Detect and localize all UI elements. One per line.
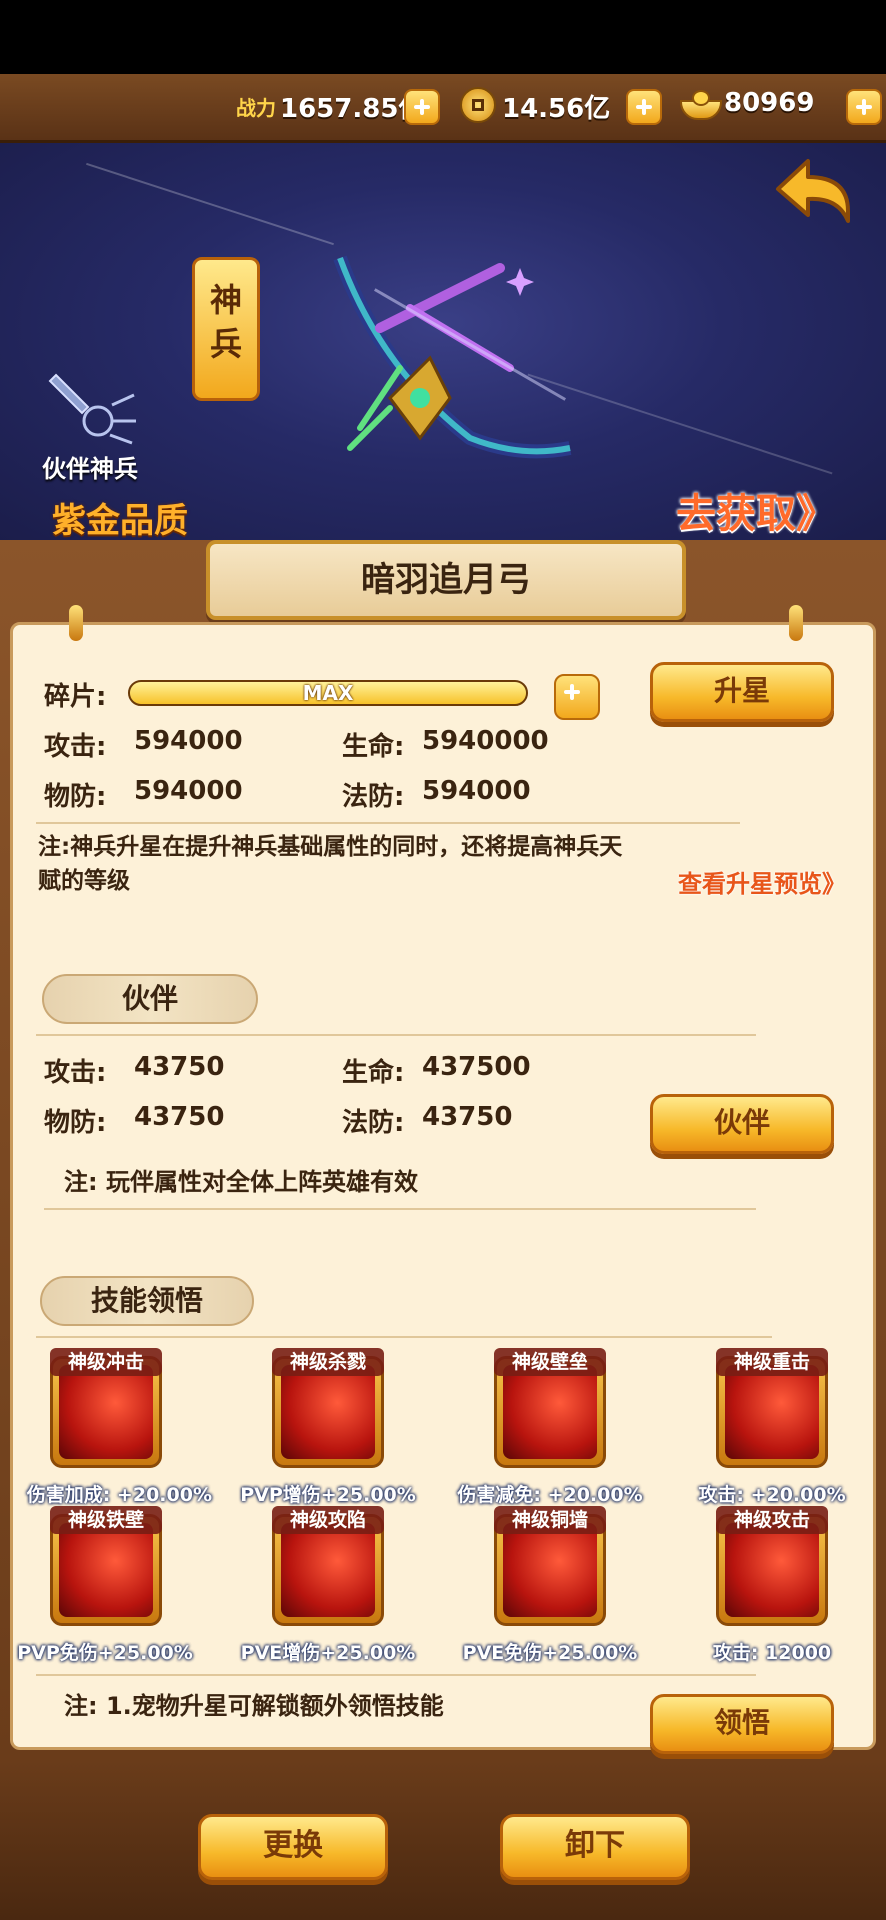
stat-hp-label: 生命: bbox=[342, 732, 405, 762]
skill-icon bbox=[503, 1365, 597, 1459]
coin-icon bbox=[460, 87, 496, 123]
divider bbox=[36, 1674, 756, 1676]
fragment-label: 碎片: bbox=[44, 682, 107, 712]
stat-attack-value: 594000 bbox=[134, 726, 243, 756]
partner-hp-value: 437500 bbox=[422, 1052, 531, 1082]
weapon-type-text: 神兵 bbox=[210, 281, 243, 363]
skill-value: PVP增伤+25.00% bbox=[240, 1484, 416, 1506]
skill-card[interactable]: 神级铜墙 bbox=[494, 1506, 606, 1642]
weapon-banner: 神兵 伙伴神兵 紫金品质 去获取》 bbox=[0, 143, 886, 543]
skill-icon bbox=[725, 1365, 819, 1459]
ingot-add-button[interactable] bbox=[846, 89, 882, 125]
quality-label: 紫金品质 bbox=[52, 501, 188, 541]
partner-pdef-value: 43750 bbox=[134, 1102, 225, 1132]
power-label: 战力 bbox=[236, 96, 276, 120]
skill-name: 神级杀戮 bbox=[272, 1348, 384, 1376]
ingot-icon bbox=[680, 90, 722, 120]
paper-pin-right bbox=[789, 605, 803, 641]
stat-mdef-value: 594000 bbox=[422, 776, 531, 806]
skill-value: 攻击: +20.00% bbox=[698, 1484, 846, 1506]
stat-mdef-label: 法防: bbox=[342, 782, 405, 812]
divider bbox=[36, 822, 740, 824]
skill-icon bbox=[281, 1523, 375, 1617]
partner-attack-label: 攻击: bbox=[44, 1058, 107, 1088]
partner-button[interactable]: 伙伴 bbox=[650, 1094, 834, 1154]
fragment-progress-text: MAX bbox=[302, 681, 354, 705]
partner-section-title: 伙伴 bbox=[42, 974, 258, 1024]
skill-name: 神级攻陷 bbox=[272, 1506, 384, 1534]
skill-card[interactable]: 神级杀戮 bbox=[272, 1348, 384, 1484]
skill-icon bbox=[59, 1523, 153, 1617]
partner-note: 注: 玩伴属性对全体上阵英雄有效 bbox=[64, 1168, 418, 1196]
partner-hp-label: 生命: bbox=[342, 1058, 405, 1088]
stat-hp-value: 5940000 bbox=[422, 726, 549, 756]
partner-pdef-label: 物防: bbox=[44, 1108, 107, 1138]
weapon-bow-image bbox=[320, 248, 580, 488]
partner-attack-value: 43750 bbox=[134, 1052, 225, 1082]
fragment-progress-bar: MAX bbox=[128, 680, 528, 706]
system-status-bar bbox=[0, 0, 886, 74]
partner-mdef-value: 43750 bbox=[422, 1102, 513, 1132]
skill-card[interactable]: 神级攻陷 bbox=[272, 1506, 384, 1642]
skill-icon bbox=[59, 1365, 153, 1459]
skill-card[interactable]: 神级铁壁 bbox=[50, 1506, 162, 1642]
divider bbox=[36, 1034, 756, 1036]
skills-section-title: 技能领悟 bbox=[40, 1276, 254, 1326]
weapon-category-label: 伙伴神兵 bbox=[42, 455, 138, 483]
divider bbox=[44, 1208, 756, 1210]
star-streak bbox=[86, 162, 334, 246]
skill-value: 攻击: 12000 bbox=[712, 1642, 832, 1664]
back-arrow-icon[interactable] bbox=[768, 151, 858, 231]
power-value: 1657.85亿 bbox=[280, 94, 425, 124]
skill-icon bbox=[725, 1523, 819, 1617]
skill-name: 神级铁壁 bbox=[50, 1506, 162, 1534]
paper-pin-left bbox=[69, 605, 83, 641]
partner-mdef-label: 法防: bbox=[342, 1108, 405, 1138]
divider bbox=[36, 1336, 772, 1338]
preview-link[interactable]: 查看升星预览》 bbox=[678, 864, 846, 899]
title-plate: 暗羽追月弓 bbox=[206, 540, 686, 620]
bottom-action-bar bbox=[0, 1760, 886, 1920]
stat-pdef-value: 594000 bbox=[134, 776, 243, 806]
skill-value: 伤害加成: +20.00% bbox=[26, 1484, 212, 1506]
obtain-link[interactable]: 去获取》 bbox=[676, 481, 836, 539]
comprehend-button[interactable]: 领悟 bbox=[650, 1694, 834, 1754]
skill-value: 伤害减免: +20.00% bbox=[457, 1484, 643, 1506]
skill-value: PVE增伤+25.00% bbox=[240, 1642, 416, 1664]
coin-value: 14.56亿 bbox=[502, 94, 611, 124]
partner-weapon-icon bbox=[48, 365, 138, 445]
skill-card[interactable]: 神级攻击 bbox=[716, 1506, 828, 1642]
upgrade-star-button[interactable]: 升星 bbox=[650, 662, 834, 722]
currency-bar: 战力 1657.85亿 14.56亿 80969 bbox=[0, 74, 886, 143]
ingot-value: 80969 bbox=[724, 88, 815, 118]
skill-name: 神级冲击 bbox=[50, 1348, 162, 1376]
skill-card[interactable]: 神级冲击 bbox=[50, 1348, 162, 1484]
skill-value: PVP免伤+25.00% bbox=[17, 1642, 193, 1664]
weapon-name: 暗羽追月弓 bbox=[361, 560, 531, 600]
replace-button[interactable]: 更换 bbox=[198, 1814, 388, 1880]
skill-name: 神级攻击 bbox=[716, 1506, 828, 1534]
skill-name: 神级铜墙 bbox=[494, 1506, 606, 1534]
unequip-button[interactable]: 卸下 bbox=[500, 1814, 690, 1880]
weapon-type-badge: 神兵 bbox=[192, 257, 260, 401]
skill-icon bbox=[503, 1523, 597, 1617]
skill-name: 神级重击 bbox=[716, 1348, 828, 1376]
skill-icon bbox=[281, 1365, 375, 1459]
fragment-add-button[interactable] bbox=[554, 674, 600, 720]
stat-attack-label: 攻击: bbox=[44, 732, 107, 762]
upgrade-note: 注:神兵升星在提升神兵基础属性的同时，还将提高神兵天赋的等级 bbox=[38, 834, 623, 894]
skill-value: PVE免伤+25.00% bbox=[462, 1642, 638, 1664]
stat-pdef-label: 物防: bbox=[44, 782, 107, 812]
coin-add-button[interactable] bbox=[626, 89, 662, 125]
skill-card[interactable]: 神级壁垒 bbox=[494, 1348, 606, 1484]
skill-name: 神级壁垒 bbox=[494, 1348, 606, 1376]
skills-note: 注: 1.宠物升星可解锁额外领悟技能 bbox=[64, 1692, 444, 1720]
power-add-button[interactable] bbox=[404, 89, 440, 125]
skill-card[interactable]: 神级重击 bbox=[716, 1348, 828, 1484]
